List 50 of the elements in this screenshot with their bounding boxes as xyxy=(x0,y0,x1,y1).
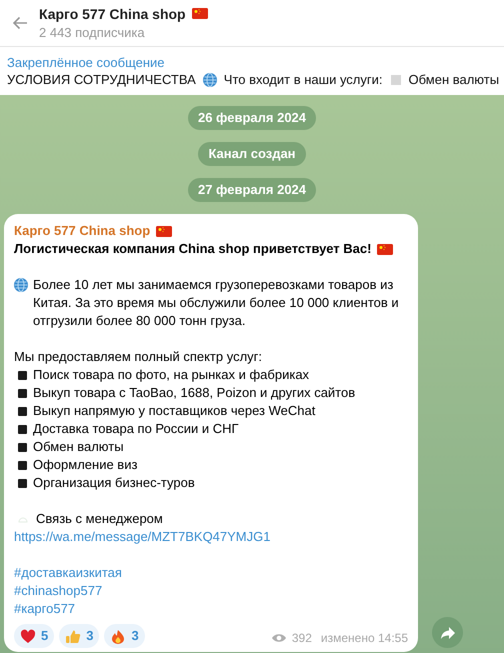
message-link[interactable]: https://wa.me/message/MZT7BKQ47YMJG1 xyxy=(14,528,270,546)
pinned-text: УСЛОВИЯ СОТРУДНИЧЕСТВА xyxy=(7,71,196,88)
bullet-square-icon xyxy=(18,388,27,398)
china-flag-icon xyxy=(192,8,208,19)
bullet-square-icon xyxy=(18,442,27,452)
pinned-text: Обмен валюты xyxy=(408,71,500,88)
subscriber-count: 2 443 подписчика xyxy=(39,24,146,42)
services-heading: Мы предоставляем полный спектр услуг: xyxy=(14,348,264,366)
service-item: Организация бизнес-туров xyxy=(33,474,195,492)
reaction-button[interactable]: 5 xyxy=(14,624,54,648)
intro-paragraph: Более 10 лет мы занимаемся грузоперевозками товаров из Китая. За это время мы обслужили более 10 000 клиентов и отгрузили более 80 000 тонн груза. xyxy=(33,276,400,330)
pinned-label[interactable]: Закреплённое сообщение xyxy=(7,54,165,71)
hashtag-link[interactable]: #доставкаизкитая xyxy=(14,564,122,582)
service-item: Выкуп товара с TaoBao, 1688, Poizon и других сайтов xyxy=(33,384,356,402)
globe-icon xyxy=(202,72,217,86)
back-icon xyxy=(12,16,28,30)
globe-icon xyxy=(14,278,28,292)
china-flag-icon xyxy=(377,244,394,254)
channel-title: Карго 577 China shop xyxy=(39,4,186,22)
thumbs-up-icon xyxy=(65,628,82,644)
view-count: 392 xyxy=(292,630,312,647)
china-flag-icon xyxy=(156,226,172,236)
bullet-square-icon xyxy=(18,370,27,380)
contact-label: Связь с менеджером xyxy=(36,510,163,528)
service-item: Обмен валюты xyxy=(33,438,124,456)
date-pill: Канал создан xyxy=(198,142,306,166)
date-pill: 26 февраля 2024 xyxy=(188,106,316,130)
forward-icon xyxy=(440,626,456,640)
date-pill: 27 февраля 2024 xyxy=(188,178,316,202)
service-item: Доставка товара по России и СНГ xyxy=(33,420,239,438)
service-item: Поиск товара по фото, на рынках и фабриках xyxy=(33,366,310,384)
pinned-text: Что входит в наши услуги: xyxy=(224,71,382,88)
square-icon xyxy=(390,74,400,84)
reaction-button[interactable]: 3 xyxy=(104,624,145,648)
bullet-square-icon xyxy=(18,460,27,470)
fire-icon xyxy=(110,628,126,644)
reaction-button[interactable]: 3 xyxy=(59,624,100,648)
sender-name[interactable]: Карго 577 China shop xyxy=(14,222,150,240)
bullet-square-icon xyxy=(18,424,27,434)
hashtag-link[interactable]: #chinashop577 xyxy=(14,582,102,600)
heart-icon xyxy=(20,628,36,644)
edited-time: изменено 14:55 xyxy=(320,630,408,647)
service-item: Выкуп напрямую у поставщиков через WeChat xyxy=(33,402,316,420)
service-item: Оформление виз xyxy=(33,456,138,474)
eye-icon xyxy=(270,632,287,644)
headline: Логистическая компания China shop приветствует Вас! xyxy=(14,240,372,258)
hashtag-link[interactable]: #карго577 xyxy=(14,600,76,618)
forward-button[interactable] xyxy=(432,617,463,648)
bullet-square-icon xyxy=(18,478,27,488)
bullet-square-icon xyxy=(18,406,27,416)
